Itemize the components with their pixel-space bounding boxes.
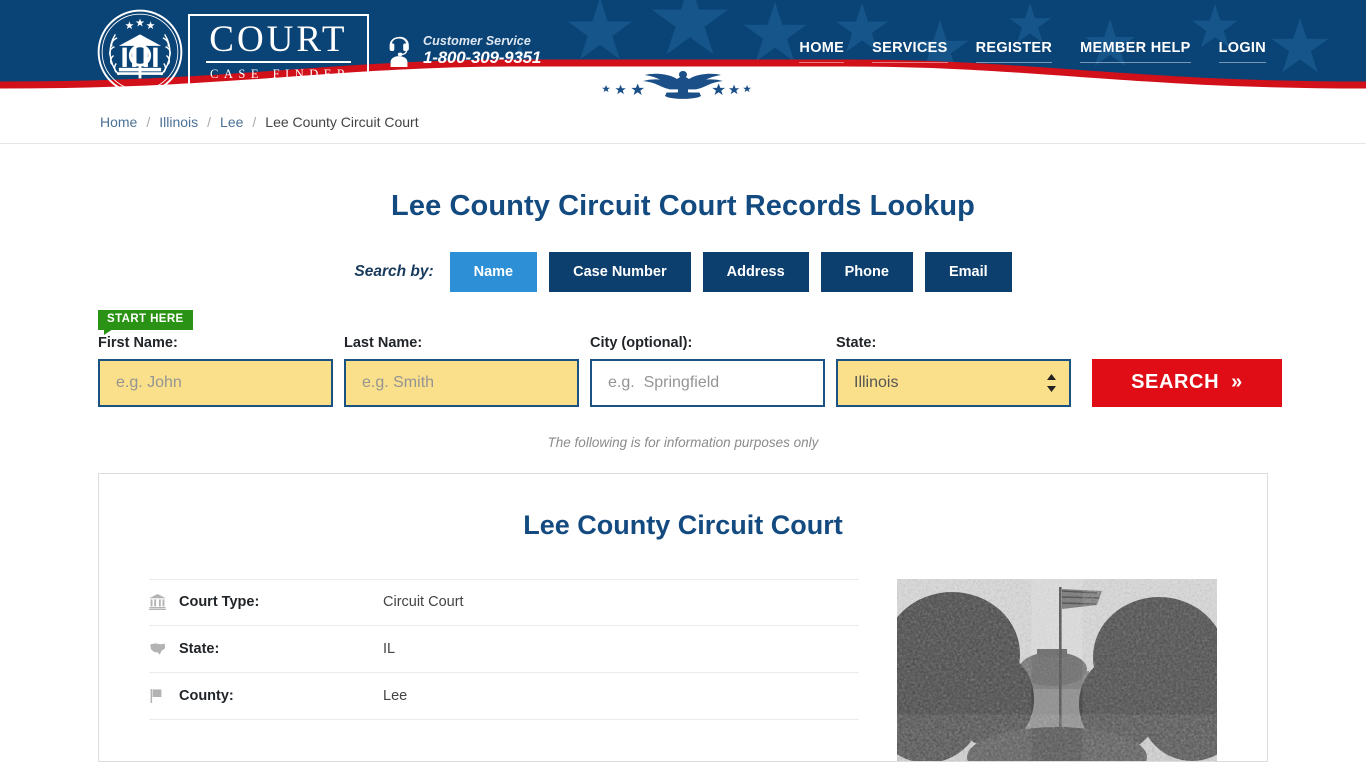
tab-case-number[interactable]: Case Number bbox=[549, 252, 691, 292]
breadcrumb-bar: Home / Illinois / Lee / Lee County Circu… bbox=[0, 100, 1366, 144]
breadcrumb: Home / Illinois / Lee / Lee County Circu… bbox=[100, 114, 419, 130]
tab-email[interactable]: Email bbox=[924, 252, 1012, 292]
state-field-group: State: bbox=[836, 335, 1071, 407]
nav-item-services[interactable]: SERVICES bbox=[872, 40, 948, 63]
breadcrumb-item-lee[interactable]: Lee bbox=[220, 114, 243, 130]
last-name-field-group: Last Name: bbox=[344, 335, 579, 407]
customer-service-label: Customer Service bbox=[423, 34, 531, 48]
court-info-table: Court Type: Circuit Court State: IL Coun… bbox=[149, 578, 859, 761]
breadcrumb-item-home[interactable]: Home bbox=[100, 114, 137, 130]
disclaimer-text: The following is for information purpose… bbox=[547, 434, 819, 450]
search-button[interactable]: SEARCH » bbox=[1092, 358, 1282, 407]
first-name-label: First Name: bbox=[98, 334, 178, 351]
headset-support-icon bbox=[389, 36, 409, 67]
city-input[interactable] bbox=[590, 358, 825, 407]
nav-item-member-help[interactable]: MEMBER HELP bbox=[1080, 40, 1191, 63]
court-details-body: Court Type: Circuit Court State: IL Coun… bbox=[149, 578, 1217, 761]
page-title: Lee County Circuit Court Records Lookup bbox=[391, 190, 975, 222]
state-select[interactable] bbox=[836, 358, 1071, 407]
start-here-badge: START HERE bbox=[98, 310, 193, 334]
nav-item-register[interactable]: REGISTER bbox=[975, 40, 1053, 63]
breadcrumb-separator: / bbox=[252, 113, 257, 130]
logo-word-sub: CASE FINDER bbox=[210, 67, 351, 82]
first-name-input[interactable] bbox=[98, 358, 333, 407]
last-name-label: Last Name: bbox=[344, 334, 423, 351]
table-row: Court Type: Circuit Court bbox=[149, 578, 859, 626]
main-navigation: HOME SERVICES REGISTER MEMBER HELP LOGIN bbox=[799, 40, 1266, 63]
state-select-wrapper bbox=[836, 358, 1071, 407]
table-row: State: IL bbox=[149, 626, 859, 673]
court-details-card: Lee County Circuit Court Court Type: Cir… bbox=[98, 472, 1268, 762]
courthouse-dome-photo bbox=[897, 578, 1217, 761]
site-logo[interactable]: COURT CASE FINDER bbox=[96, 8, 369, 96]
breadcrumb-item-current: Lee County Circuit Court bbox=[265, 113, 419, 130]
double-chevron-right-icon: » bbox=[1231, 371, 1243, 393]
city-field-group: City (optional): bbox=[590, 335, 825, 407]
court-seal-icon bbox=[97, 9, 183, 95]
county-key: County: bbox=[179, 687, 234, 704]
eagle-emblem-icon bbox=[602, 71, 752, 99]
state-value: IL bbox=[383, 640, 396, 657]
search-by-label: Search by: bbox=[354, 263, 434, 280]
court-name-title: Lee County Circuit Court bbox=[523, 509, 843, 540]
bank-building-icon bbox=[149, 594, 179, 610]
nav-item-home[interactable]: HOME bbox=[799, 40, 845, 63]
customer-service-phone[interactable]: 1-800-309-9351 bbox=[423, 48, 541, 67]
logo-word-main: COURT bbox=[206, 21, 351, 64]
search-button-label: SEARCH bbox=[1131, 371, 1220, 393]
city-label: City (optional): bbox=[590, 334, 693, 351]
flag-icon bbox=[149, 688, 179, 704]
last-name-input[interactable] bbox=[344, 358, 579, 407]
main-content: Lee County Circuit Court Records Lookup … bbox=[0, 144, 1366, 762]
tab-name[interactable]: Name bbox=[449, 252, 538, 292]
state-map-icon bbox=[149, 641, 179, 657]
nav-item-login[interactable]: LOGIN bbox=[1218, 40, 1266, 63]
tab-address[interactable]: Address bbox=[702, 252, 809, 292]
search-form: START HERE First Name: Last Name: City (… bbox=[0, 309, 1366, 407]
county-value: Lee bbox=[383, 687, 408, 704]
breadcrumb-item-illinois[interactable]: Illinois bbox=[159, 114, 198, 130]
tab-phone[interactable]: Phone bbox=[820, 252, 913, 292]
court-type-value: Circuit Court bbox=[383, 594, 464, 610]
search-form-row: First Name: Last Name: City (optional): … bbox=[98, 335, 1282, 407]
logo-wordmark: COURT CASE FINDER bbox=[188, 14, 369, 90]
breadcrumb-separator: / bbox=[207, 113, 212, 130]
site-header: COURT CASE FINDER Customer Service 1-800… bbox=[0, 0, 1366, 100]
state-key: State: bbox=[179, 640, 220, 657]
state-label: State: bbox=[836, 334, 877, 351]
breadcrumb-separator: / bbox=[146, 113, 151, 130]
table-row: County: Lee bbox=[149, 673, 859, 720]
customer-service-block: Customer Service 1-800-309-9351 bbox=[384, 34, 541, 67]
court-type-key: Court Type: bbox=[179, 594, 260, 610]
first-name-field-group: First Name: bbox=[98, 335, 333, 407]
search-type-tabs: Search by: Name Case Number Address Phon… bbox=[0, 252, 1366, 292]
